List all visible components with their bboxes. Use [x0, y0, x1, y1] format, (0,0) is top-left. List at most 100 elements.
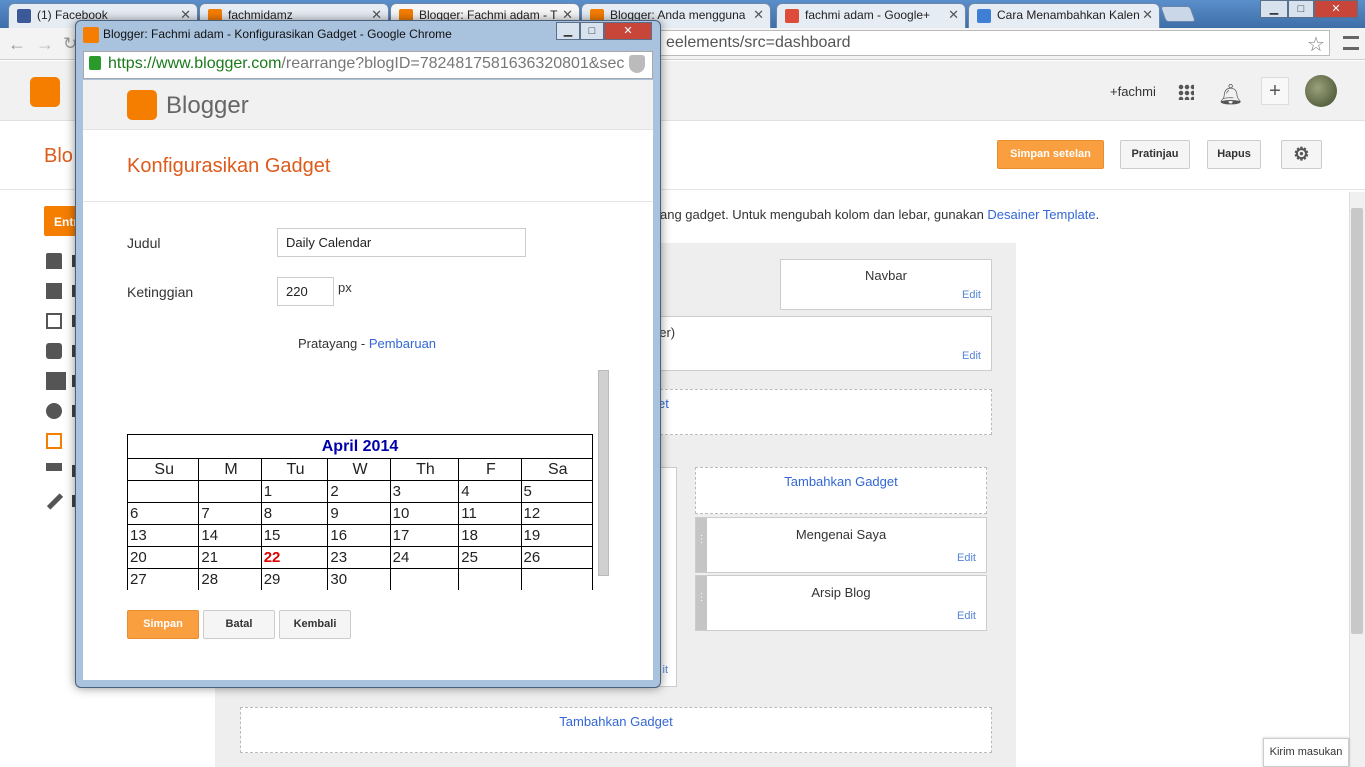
calendar-day-cell: 13: [127, 524, 200, 547]
template-paint-icon[interactable]: [46, 463, 62, 471]
height-input[interactable]: [277, 277, 334, 306]
drag-handle[interactable]: ⋮: [696, 576, 707, 630]
close-icon[interactable]: ✕: [948, 7, 959, 23]
posts-icon[interactable]: [46, 283, 62, 299]
template-designer-link[interactable]: Desainer Template: [987, 207, 1095, 222]
notification-bell-icon[interactable]: 🔔︎: [1218, 82, 1243, 107]
calendar-day-cell: 8: [260, 502, 329, 525]
popup-url[interactable]: https://www.blogger.com/rearrange?blogID…: [108, 55, 628, 73]
header-gadget[interactable]: der) Edit: [640, 316, 992, 371]
calendar-week-row: 12345: [127, 480, 594, 503]
save-button[interactable]: Simpan: [127, 610, 199, 639]
back-arrow-icon[interactable]: ←: [8, 34, 26, 55]
google-plus-icon: [785, 9, 799, 23]
browser-tab-tutorial[interactable]: Cara Menambahkan Kalen ✕: [968, 3, 1160, 28]
blog-title[interactable]: Blo: [44, 145, 73, 168]
calendar-day-cell: 24: [389, 546, 460, 569]
edit-link[interactable]: Edit: [957, 610, 976, 622]
add-gadget-link[interactable]: Tambahkan Gadget: [695, 467, 987, 514]
preview-scrollbar[interactable]: [598, 370, 609, 576]
height-label: Ketinggian: [127, 284, 194, 300]
share-plus-icon[interactable]: +: [1261, 77, 1289, 105]
cancel-button[interactable]: Batal: [203, 610, 275, 639]
calendar-day-cell: 18: [458, 524, 522, 547]
title-input[interactable]: [277, 228, 526, 257]
star-icon[interactable]: ☆: [1307, 32, 1325, 57]
new-tab-button[interactable]: [1160, 6, 1196, 22]
stats-pie-icon[interactable]: [46, 403, 62, 419]
calendar-day-name: Tu: [260, 458, 329, 481]
calendar-day-cell: [458, 568, 522, 590]
popup-window-title: Blogger: Fachmi adam - Konfigurasikan Ga…: [103, 27, 452, 41]
height-unit: px: [338, 280, 352, 295]
shield-icon[interactable]: [629, 55, 645, 73]
popup-close-button[interactable]: ✕: [604, 22, 652, 40]
edit-link[interactable]: Edit: [962, 289, 981, 301]
calendar-day-cell: 14: [198, 524, 262, 547]
edit-link[interactable]: it: [663, 664, 669, 676]
url-host: https://www.blogger.com: [108, 55, 282, 72]
settings-gear-icon[interactable]: ⚙: [1281, 140, 1322, 169]
address-bar[interactable]: eelements/src=dashboard: [660, 30, 1330, 56]
gadget-title: Navbar: [865, 268, 907, 283]
calendar-day-cell: 28: [198, 568, 262, 590]
apps-grid-icon[interactable]: [1178, 84, 1194, 100]
chrome-menu-icon[interactable]: [1343, 36, 1359, 50]
forward-arrow-icon[interactable]: →: [36, 34, 54, 55]
blogger-logo-icon: [127, 90, 157, 120]
avatar[interactable]: [1305, 75, 1337, 107]
back-button[interactable]: Kembali: [279, 610, 351, 639]
calendar-day-cell: 20: [127, 546, 200, 569]
refresh-preview-link[interactable]: Pembaruan: [369, 336, 436, 351]
popup-maximize-button[interactable]: □: [580, 22, 604, 40]
calendar-day-cell: 4: [458, 480, 522, 503]
add-gadget-fragment[interactable]: et: [640, 389, 992, 435]
new-post-button[interactable]: Entri: [44, 206, 77, 236]
calendar-week-row: 20 21 22 23 24 25 26: [127, 546, 594, 569]
title-label: Judul: [127, 235, 161, 251]
page-icon: [977, 9, 991, 23]
blogger-logo-icon[interactable]: [30, 77, 60, 107]
pages-icon[interactable]: [46, 313, 62, 329]
description-end: .: [1095, 207, 1100, 222]
google-plus-username[interactable]: +fachmi: [1110, 84, 1156, 99]
close-window-button[interactable]: ✕: [1314, 0, 1358, 18]
maximize-button[interactable]: □: [1288, 0, 1314, 18]
edit-link[interactable]: Edit: [962, 350, 981, 362]
preview-button[interactable]: Pratinjau: [1120, 140, 1190, 169]
calendar-day-name: F: [458, 458, 522, 481]
gadget-title: Mengenai Saya: [795, 527, 887, 542]
save-arrangement-button[interactable]: Simpan setelan: [997, 140, 1104, 169]
delete-button[interactable]: Hapus: [1207, 140, 1261, 169]
close-icon[interactable]: ✕: [753, 7, 764, 23]
settings-wrench-icon[interactable]: [46, 493, 64, 510]
google-plus-icon[interactable]: [46, 372, 66, 390]
add-gadget-link-bottom[interactable]: Tambahkan Gadget: [240, 707, 992, 753]
calendar-day-cell: 9: [327, 502, 391, 525]
blog-archive-gadget[interactable]: ⋮ Arsip Blog Edit: [695, 575, 987, 631]
calendar-day-name: Th: [389, 458, 460, 481]
popup-minimize-button[interactable]: ▁: [556, 22, 580, 40]
calendar-day-cell: 19: [520, 524, 594, 547]
calendar-day-cell: [198, 480, 262, 503]
tab-label: fachmi adam - Google+: [805, 8, 931, 22]
send-feedback-button[interactable]: Kirim masukan: [1263, 738, 1349, 767]
about-me-gadget[interactable]: ⋮ Mengenai Saya Edit: [695, 517, 987, 573]
layout-description: ang gadget. Untuk mengubah kolom dan leb…: [660, 207, 1099, 222]
calendar-day-names: Su M Tu W Th F Sa: [127, 458, 594, 481]
calendar-day-cell: 2: [327, 480, 391, 503]
close-icon[interactable]: ✕: [1142, 7, 1153, 23]
page-title: Konfigurasikan Gadget: [127, 155, 331, 177]
preview-label: Pratayang -: [298, 336, 369, 351]
minimize-button[interactable]: ▁: [1260, 0, 1288, 18]
home-icon[interactable]: [46, 253, 62, 269]
comments-icon[interactable]: [46, 343, 62, 359]
calendar-day-cell: 10: [389, 502, 460, 525]
layout-icon[interactable]: [46, 433, 62, 449]
browser-tab-google-plus[interactable]: fachmi adam - Google+ ✕: [776, 3, 966, 28]
calendar-table: April 2014 Su M Tu W Th F Sa 1 2 3 4 5 6 7 8 9 10 11 12 13…: [127, 434, 594, 590]
navbar-gadget[interactable]: Navbar Edit: [780, 259, 992, 310]
drag-handle[interactable]: ⋮: [696, 518, 707, 572]
edit-link[interactable]: Edit: [957, 552, 976, 564]
page-scrollbar-thumb[interactable]: [1351, 208, 1363, 634]
